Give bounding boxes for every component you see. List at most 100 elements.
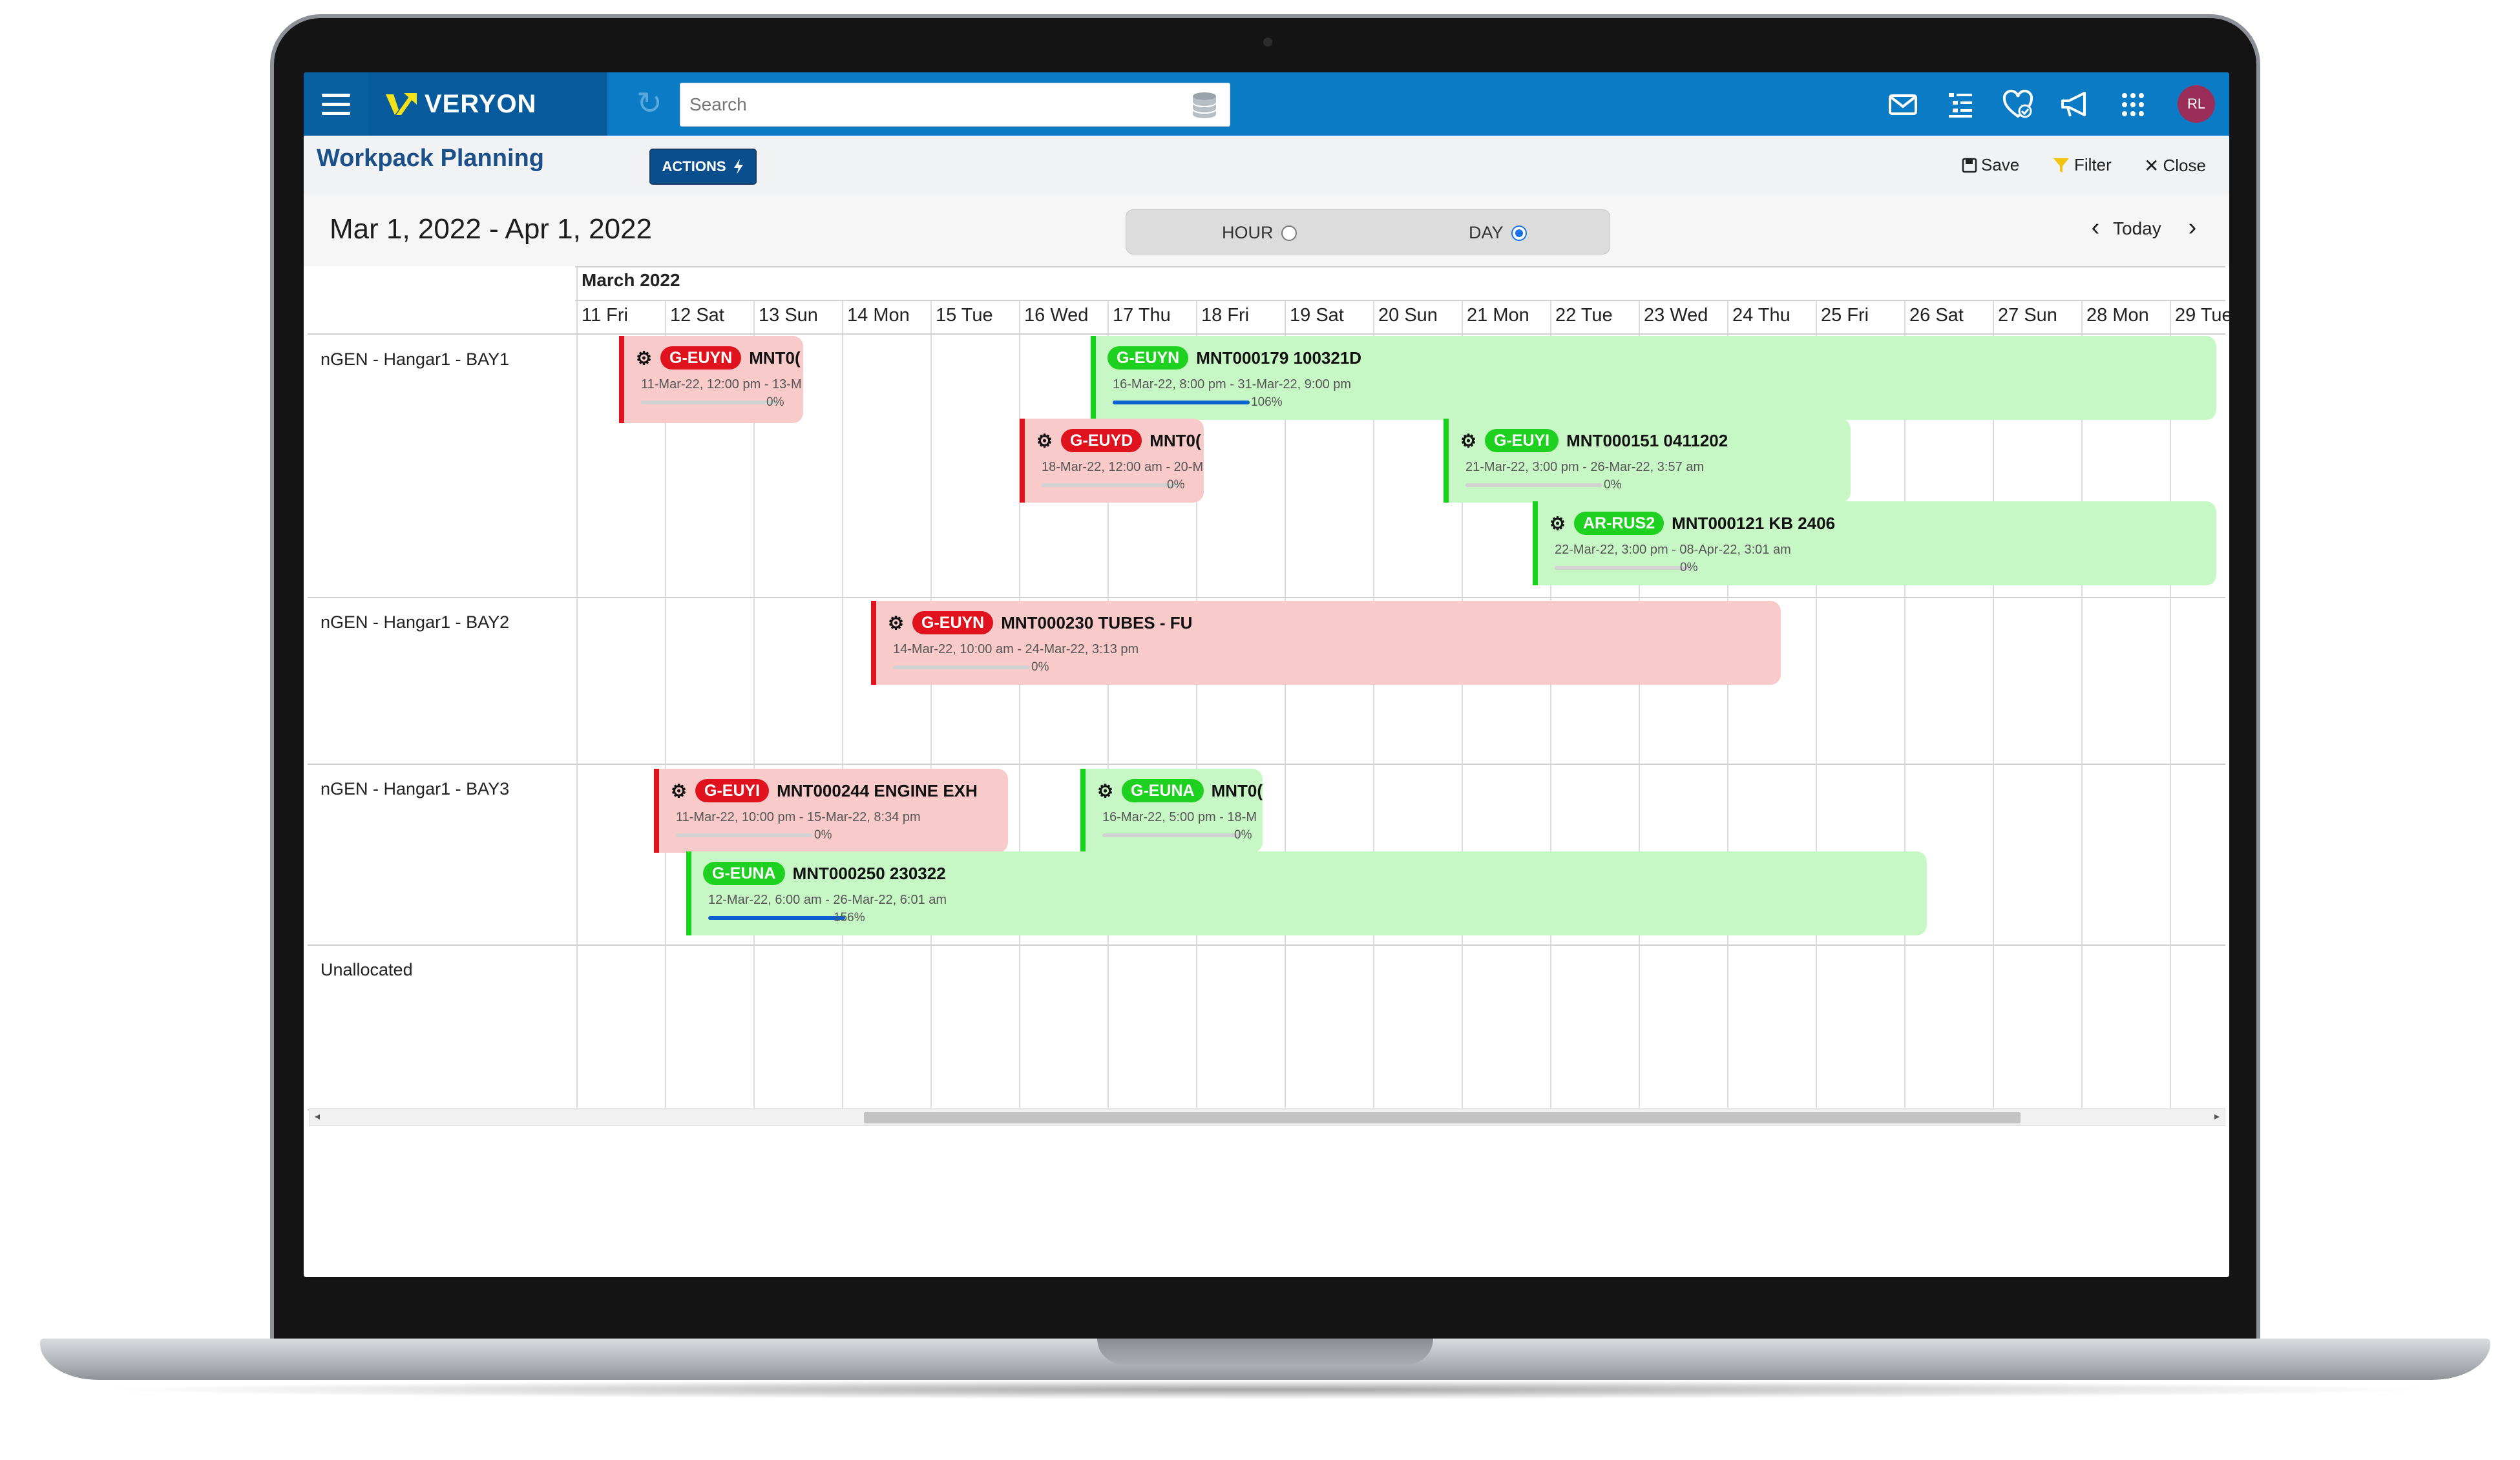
save-button[interactable]: Save: [1962, 155, 2019, 175]
close-button[interactable]: ✕ Close: [2144, 155, 2206, 176]
user-avatar[interactable]: RL: [2178, 85, 2215, 123]
progress-bar: [1465, 483, 1602, 487]
gear-icon[interactable]: ⚙: [1460, 430, 1477, 452]
progress-percent: 0%: [1167, 478, 1185, 492]
row-label: nGEN - Hangar1 - BAY3: [320, 779, 510, 798]
next-chevron-icon[interactable]: ›: [2183, 214, 2202, 240]
aircraft-tag: G-EUYN: [660, 346, 742, 370]
grid-header-line: [575, 266, 2225, 267]
filter-button[interactable]: Filter: [2052, 155, 2112, 175]
gear-icon[interactable]: ⚙: [1549, 513, 1566, 534]
task-bar[interactable]: G-EUYN MNT000179 100321D 16-Mar-22, 8:00 p…: [1091, 336, 2216, 420]
task-list-icon[interactable]: [1944, 89, 1976, 120]
progress-percent: 0%: [1680, 561, 1698, 574]
page-header: [304, 136, 2229, 194]
day-header: 26 Sat: [1909, 305, 1964, 326]
app-screen: VERYON ↻ Search RL Workpack Planning ACT…: [304, 72, 2229, 1277]
row-divider: [308, 944, 2225, 946]
gear-icon[interactable]: ⚙: [671, 780, 688, 802]
filter-icon: [2053, 158, 2069, 172]
row-label: nGEN - Hangar1 - BAY1: [320, 349, 510, 369]
task-dates: 11-Mar-22, 12:00 pm - 13-M: [641, 377, 802, 391]
task-header: ⚙ G-EUYN MNT000230 TUBES - FU: [888, 611, 1192, 634]
gear-icon[interactable]: ⚙: [1036, 430, 1053, 452]
gear-icon[interactable]: ⚙: [888, 612, 905, 634]
task-header: ⚙ G-EUNA MNT0(: [1097, 779, 1263, 802]
task-title: MNT000151 0411202: [1566, 430, 1728, 450]
progress-bar: [1102, 833, 1239, 837]
refresh-icon[interactable]: ↻: [633, 88, 666, 120]
progress-fill: [708, 916, 845, 920]
day-header: 28 Mon: [2086, 305, 2149, 326]
day-header: 20 Sun: [1378, 305, 1438, 326]
progress-bar: [676, 833, 813, 837]
day-header: 13 Sun: [759, 305, 818, 326]
aircraft-tag: G-EUYD: [1061, 429, 1142, 452]
day-header: 19 Sat: [1290, 305, 1344, 326]
task-title: MNT000121 KB 2406: [1672, 513, 1836, 533]
day-label: DAY: [1469, 223, 1504, 242]
webcam: [1263, 37, 1272, 47]
brand-logo[interactable]: VERYON: [368, 72, 607, 136]
filter-label: Filter: [2074, 155, 2112, 174]
close-label: Close: [2163, 156, 2206, 175]
day-header: 22 Tue: [1555, 305, 1613, 326]
menu-icon[interactable]: [304, 72, 368, 136]
grid-column-line: [576, 266, 578, 1108]
task-header: ⚙ G-EUYI MNT000244 ENGINE EXH: [671, 779, 978, 802]
task-title: MNT0(: [749, 348, 801, 368]
gear-icon[interactable]: ⚙: [636, 348, 653, 369]
task-bar[interactable]: ⚙ G-EUYN MNT0( 11-Mar-22, 12:00 pm - 13-M 0%: [619, 336, 803, 423]
grid-column-line: [930, 300, 932, 1108]
favorites-heart-icon[interactable]: [2002, 89, 2034, 120]
grid-column-line: [2081, 300, 2083, 1108]
today-button[interactable]: Today: [2113, 218, 2161, 239]
scroll-left-icon[interactable]: ◂: [310, 1109, 325, 1125]
day-radio[interactable]: [1511, 225, 1527, 241]
announcement-megaphone-icon[interactable]: [2059, 89, 2091, 120]
hour-option[interactable]: HOUR: [1222, 223, 1297, 243]
aircraft-tag: G-EUYI: [695, 779, 770, 802]
page-title: Workpack Planning: [317, 145, 544, 172]
progress-bar: [641, 401, 778, 404]
aircraft-tag: G-EUYI: [1485, 429, 1559, 452]
day-header: 29 Tue: [2175, 305, 2229, 326]
task-title: MNT0(: [1150, 430, 1201, 450]
veryon-logo-icon: [386, 93, 417, 115]
gear-icon[interactable]: ⚙: [1097, 780, 1114, 802]
task-dates: 11-Mar-22, 10:00 pm - 15-Mar-22, 8:34 pm: [676, 810, 921, 824]
actions-button[interactable]: ACTIONS: [649, 149, 757, 185]
laptop-shadow: [90, 1380, 2442, 1399]
task-header: G-EUYN MNT000179 100321D: [1108, 346, 1361, 370]
task-title: MNT000244 ENGINE EXH: [777, 780, 978, 800]
task-dates: 12-Mar-22, 6:00 am - 26-Mar-22, 6:01 am: [708, 893, 947, 907]
day-header: 17 Thu: [1113, 305, 1171, 326]
progress-percent: 106%: [1251, 395, 1283, 409]
scroll-thumb[interactable]: [864, 1112, 2021, 1123]
task-bar[interactable]: ⚙ AR-RUS2 MNT000121 KB 2406 22-Mar-22, 3:00…: [1533, 501, 2216, 585]
task-bar[interactable]: ⚙ G-EUNA MNT0(16-Mar-22, 5:00 pm - 18-M 0%: [1080, 769, 1263, 853]
search-input[interactable]: [689, 83, 1181, 126]
database-icon[interactable]: [1191, 91, 1218, 120]
hour-label: HOUR: [1222, 223, 1274, 242]
task-bar[interactable]: ⚙ G-EUYD MNT0(18-Mar-22, 12:00 am - 20-M 0%: [1020, 419, 1204, 503]
progress-percent: 0%: [766, 395, 784, 409]
top-bar: VERYON ↻ Search RL: [304, 72, 2229, 136]
hour-radio[interactable]: [1281, 225, 1297, 241]
task-title: MNT0(: [1211, 780, 1263, 800]
horizontal-scrollbar[interactable]: ◂ ▸: [309, 1108, 2225, 1126]
task-bar[interactable]: ⚙ G-EUYN MNT000230 TUBES - FU 14-Mar-22, 10…: [871, 601, 1781, 685]
scroll-right-icon[interactable]: ▸: [2209, 1109, 2225, 1125]
prev-chevron-icon[interactable]: ‹: [2086, 214, 2105, 240]
task-dates: 14-Mar-22, 10:00 am - 24-Mar-22, 3:13 pm: [893, 642, 1139, 656]
task-bar[interactable]: ⚙ G-EUYI MNT000151 0411202 21-Mar-22, 3:00 …: [1444, 419, 1851, 503]
day-option[interactable]: DAY: [1469, 223, 1527, 243]
close-icon: ✕: [2144, 156, 2159, 176]
task-bar[interactable]: G-EUNA MNT000250 230322 12-Mar-22, 6:00 am…: [686, 851, 1927, 935]
task-bar[interactable]: ⚙ G-EUYI MNT000244 ENGINE EXH 11-Mar-22, 10…: [654, 769, 1008, 853]
mail-icon[interactable]: [1887, 89, 1919, 120]
apps-grid-icon[interactable]: [2117, 89, 2149, 120]
progress-percent: 0%: [1604, 478, 1622, 492]
grid-column-line: [1993, 300, 1994, 1108]
progress-bar: [1555, 566, 1692, 570]
